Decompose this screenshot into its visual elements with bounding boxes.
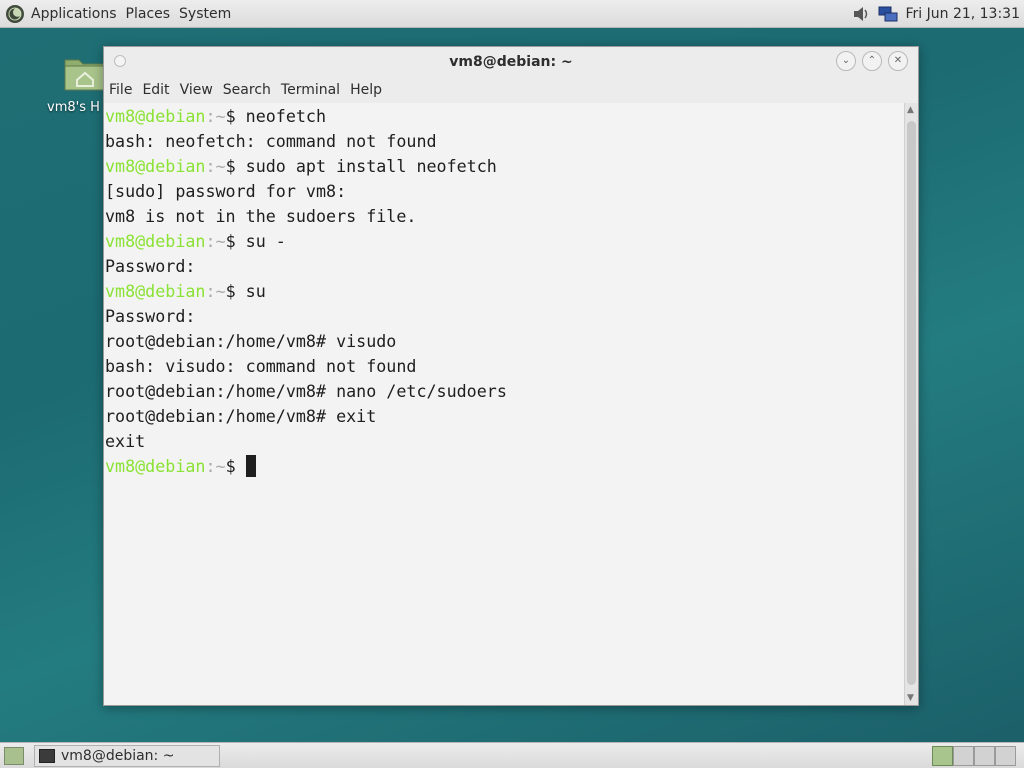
terminal-icon (39, 748, 55, 763)
terminal-window: vm8@debian: ~ ⌄ ⌃ ✕ File Edit View Searc… (103, 46, 919, 706)
menu-search[interactable]: Search (223, 82, 271, 98)
terminal-line: vm8@debian:~$ su (105, 279, 904, 304)
terminal-line: vm8@debian:~$ (105, 454, 904, 479)
terminal-line: vm8@debian:~$ neofetch (105, 104, 904, 129)
output-text: root@debian:/home/vm8# exit (105, 406, 377, 426)
scroll-down-icon[interactable]: ▼ (907, 693, 914, 703)
menu-terminal[interactable]: Terminal (281, 82, 340, 98)
workspace-switcher (932, 746, 1016, 766)
output-text: bash: neofetch: command not found (105, 131, 437, 151)
prompt-user: vm8@debian (105, 456, 206, 476)
home-folder-icon (64, 59, 106, 91)
menu-view[interactable]: View (180, 82, 213, 98)
output-text: Password: (105, 256, 196, 276)
prompt-path: :~ (205, 281, 226, 301)
taskbar-terminal-label: vm8@debian: ~ (61, 747, 175, 764)
prompt-user: vm8@debian (105, 156, 206, 176)
menu-file[interactable]: File (109, 82, 132, 98)
workspace-3[interactable] (974, 746, 995, 766)
prompt-user: vm8@debian (105, 106, 206, 126)
prompt-symbol: $ (225, 456, 236, 476)
maximize-icon[interactable]: ⌃ (862, 51, 882, 71)
window-titlebar[interactable]: vm8@debian: ~ ⌄ ⌃ ✕ (104, 47, 918, 77)
prompt-user: vm8@debian (105, 281, 206, 301)
workspace-1[interactable] (932, 746, 953, 766)
terminal-line: root@debian:/home/vm8# exit (105, 404, 904, 429)
prompt-path: :~ (205, 456, 226, 476)
menu-applications[interactable]: Applications (31, 6, 117, 22)
top-panel: Applications Places System Fri Jun 21, 1… (0, 0, 1024, 28)
terminal-line: [sudo] password for vm8: (105, 179, 904, 204)
terminal-line: vm8@debian:~$ sudo apt install neofetch (105, 154, 904, 179)
prompt-symbol: $ (225, 231, 236, 251)
terminal-line: Password: (105, 254, 904, 279)
prompt-symbol: $ (225, 281, 236, 301)
output-text: exit (105, 431, 146, 451)
terminal-line: exit (105, 429, 904, 454)
system-tray: Fri Jun 21, 13:31 (851, 0, 1020, 28)
window-menu-icon[interactable] (114, 55, 126, 67)
text-cursor (245, 455, 256, 477)
debian-logo-icon[interactable] (5, 4, 25, 24)
menu-places[interactable]: Places (126, 6, 171, 22)
output-text: root@debian:/home/vm8# visudo (105, 331, 397, 351)
workspace-4[interactable] (995, 746, 1016, 766)
terminal-line: bash: visudo: command not found (105, 354, 904, 379)
prompt-symbol: $ (225, 106, 236, 126)
terminal-scrollbar[interactable]: ▲ ▼ (904, 103, 918, 705)
output-text: vm8 is not in the sudoers file. (105, 206, 417, 226)
terminal-line: root@debian:/home/vm8# visudo (105, 329, 904, 354)
scroll-up-icon[interactable]: ▲ (907, 105, 914, 115)
workspace-2[interactable] (953, 746, 974, 766)
show-desktop-icon[interactable] (4, 746, 24, 765)
prompt-path: :~ (205, 156, 226, 176)
output-text: bash: visudo: command not found (105, 356, 417, 376)
prompt-user: vm8@debian (105, 231, 206, 251)
terminal-line: bash: neofetch: command not found (105, 129, 904, 154)
bottom-panel: vm8@debian: ~ (0, 742, 1024, 768)
prompt-command: neofetch (235, 106, 327, 126)
prompt-command: su (235, 281, 266, 301)
minimize-icon[interactable]: ⌄ (836, 51, 856, 71)
menu-system[interactable]: System (179, 6, 231, 22)
terminal-line: Password: (105, 304, 904, 329)
output-text: [sudo] password for vm8: (105, 181, 347, 201)
output-text: Password: (105, 306, 196, 326)
terminal-menubar: File Edit View Search Terminal Help (104, 77, 918, 103)
volume-icon[interactable] (851, 4, 871, 24)
prompt-command: sudo apt install neofetch (235, 156, 497, 176)
menu-help[interactable]: Help (350, 82, 382, 98)
scrollbar-thumb[interactable] (907, 121, 916, 685)
prompt-command (236, 456, 246, 476)
terminal-line: root@debian:/home/vm8# nano /etc/sudoers (105, 379, 904, 404)
terminal-line: vm8 is not in the sudoers file. (105, 204, 904, 229)
output-text: root@debian:/home/vm8# nano /etc/sudoers (105, 381, 507, 401)
terminal-output[interactable]: vm8@debian:~$ neofetch bash: neofetch: co… (104, 103, 904, 705)
network-icon[interactable] (877, 4, 899, 24)
clock[interactable]: Fri Jun 21, 13:31 (905, 6, 1020, 22)
taskbar-terminal-button[interactable]: vm8@debian: ~ (34, 744, 220, 767)
window-title: vm8@debian: ~ (449, 54, 573, 70)
prompt-command: su - (235, 231, 286, 251)
prompt-symbol: $ (225, 156, 236, 176)
prompt-path: :~ (205, 231, 226, 251)
close-icon[interactable]: ✕ (888, 51, 908, 71)
prompt-path: :~ (205, 106, 226, 126)
terminal-line: vm8@debian:~$ su - (105, 229, 904, 254)
menu-edit[interactable]: Edit (142, 82, 169, 98)
